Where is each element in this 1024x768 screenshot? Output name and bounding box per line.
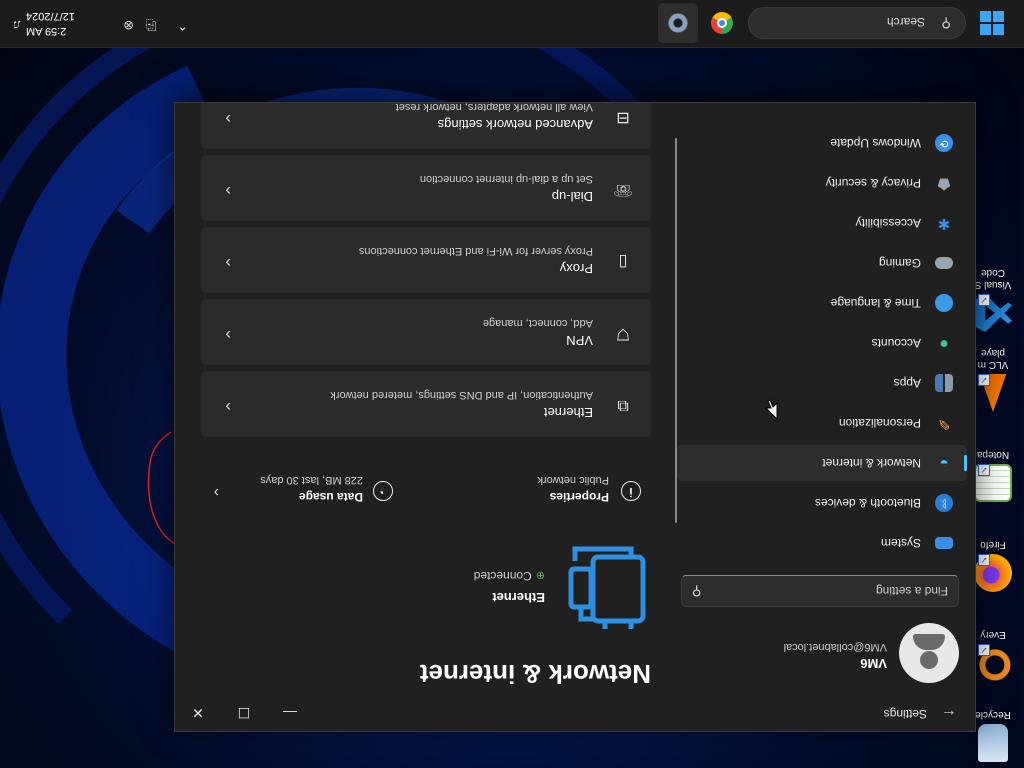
taskbar-chrome[interactable] [702, 3, 742, 43]
title-bar[interactable]: ← Settings — ☐ ✕ [175, 695, 975, 731]
monitor-icon [935, 537, 953, 549]
vpn-shield-icon: ⛉ [617, 325, 630, 342]
sidebar-item-windows-update[interactable]: ⟳ Windows Update [677, 125, 967, 161]
user-name: VM6 [860, 656, 887, 671]
taskbar: ⚲ Search ⌃ ⎘ ⊗ 2:59 AM 12/7/2024 ♫ [0, 0, 1024, 48]
taskbar-search[interactable]: ⚲ Search [748, 7, 966, 39]
chevron-right-icon: › [225, 182, 231, 201]
find-setting-box[interactable]: ⚲ [681, 575, 959, 607]
annotation-stroke [147, 431, 176, 545]
ethernet-large-icon [568, 546, 646, 629]
ethernet-icon: ⧉ [617, 397, 629, 414]
chevron-right-icon: › [225, 398, 231, 417]
user-email: VM6@collabnet.local [783, 641, 888, 653]
shield-icon: ⬟ [937, 175, 951, 192]
sidebar-item-apps[interactable]: Apps [677, 365, 967, 401]
maximize-button[interactable]: ☐ [221, 695, 267, 731]
advanced-network-icon: ⊟ [616, 109, 630, 126]
sidebar-item-accessibility[interactable]: ✱ Accessibility [677, 205, 967, 241]
sidebar-item-bluetooth-devices[interactable]: ᛒ Bluetooth & devices [677, 485, 967, 521]
apps-icon [935, 374, 953, 392]
bluetooth-icon: ᛒ [935, 494, 953, 512]
clock[interactable]: 2:59 AM 12/7/2024 [26, 8, 90, 38]
wifi-icon: ◒ [939, 455, 949, 472]
settings-window: ← Settings — ☐ ✕ VM6 VM6@collabnet.local… [174, 102, 976, 732]
info-icon: i [621, 481, 641, 501]
sidebar-item-privacy-security[interactable]: ⬟ Privacy & security [677, 165, 967, 201]
user-profile[interactable]: VM6 VM6@collabnet.local [679, 619, 959, 683]
avatar [899, 623, 959, 683]
sidebar-nav: System ᛒ Bluetooth & devices ◒ Network &… [677, 121, 967, 561]
minimize-button[interactable]: — [267, 695, 313, 731]
sidebar-item-network-internet[interactable]: ◒ Network & internet [677, 445, 967, 481]
selection-indicator [964, 455, 967, 471]
app-title: Settings [883, 707, 927, 721]
dialup-icon: ☏ [613, 181, 634, 198]
back-arrow-icon[interactable]: ← [941, 705, 957, 723]
card-advanced-network-settings[interactable]: ⊟ Advanced network settings View all net… [201, 103, 651, 149]
properties-and-usage-row: i Properties Public network ◔ Data usage… [191, 453, 651, 507]
update-icon: ⟳ [935, 134, 953, 152]
chrome-icon [711, 12, 733, 34]
connection-status: ⊕Connected [473, 569, 545, 583]
search-icon: ⚲ [692, 584, 702, 599]
close-button[interactable]: ✕ [175, 695, 221, 731]
sidebar-item-personalization[interactable]: ✎ Personalization [677, 405, 967, 441]
network-icon[interactable]: ⎘ [146, 17, 156, 33]
settings-gear-icon [667, 12, 689, 34]
accessibility-icon: ✱ [937, 215, 951, 232]
chevron-right-icon: › [225, 326, 231, 345]
taskbar-settings[interactable] [658, 3, 698, 43]
desktop-screen: Recycle ✓ Every ✓ Firefo ✓ Notepa ✓ VLC … [0, 0, 1024, 768]
start-button[interactable] [980, 11, 1004, 35]
volume-mute-icon[interactable]: ⊗ [123, 17, 134, 33]
clock-date: 12/7/2024 [26, 10, 75, 22]
globe-icon: ⊕ [535, 569, 545, 581]
main-content: Network & internet Ethernet ⊕Connected i… [191, 103, 651, 695]
clock-time: 2:59 AM [26, 25, 67, 37]
globe-clock-icon [935, 294, 953, 312]
sidebar-item-system[interactable]: System [677, 525, 967, 561]
connection-summary: Ethernet ⊕Connected [191, 523, 651, 639]
sidebar-item-accounts[interactable]: ● Accounts [677, 325, 967, 361]
card-proxy[interactable]: ▯ Proxy Proxy server for Wi-Fi and Ether… [201, 227, 651, 293]
connection-name: Ethernet [492, 590, 545, 605]
recycle-bin-icon [978, 724, 1008, 762]
chevron-right-icon: › [225, 254, 231, 273]
person-icon: ● [939, 335, 949, 352]
proxy-icon: ▯ [618, 253, 628, 270]
page-title: Network & internet [419, 659, 651, 689]
notification-bell-icon[interactable]: ♫ [12, 18, 22, 33]
data-usage-icon: ◔ [373, 481, 393, 501]
find-setting-input[interactable] [718, 582, 948, 600]
sidebar-scrollbar[interactable] [675, 138, 677, 523]
chevron-right-icon: › [213, 484, 219, 501]
card-vpn[interactable]: ⛉ VPN Add, connect, manage › [201, 299, 651, 365]
card-ethernet[interactable]: ⧉ Ethernet Authentication, IP and DNS se… [201, 371, 651, 437]
chevron-up-icon[interactable]: ⌃ [177, 17, 188, 33]
mouse-cursor-icon [764, 399, 778, 420]
sidebar-item-time-language[interactable]: Time & language [677, 285, 967, 321]
chevron-right-icon: › [225, 110, 231, 129]
card-dial-up[interactable]: ☏ Dial-up Set up a dial-up internet conn… [201, 155, 651, 221]
sidebar-item-gaming[interactable]: Gaming [677, 245, 967, 281]
gamepad-icon [935, 257, 953, 269]
brush-icon: ✎ [937, 415, 951, 432]
search-icon: ⚲ [941, 16, 951, 31]
